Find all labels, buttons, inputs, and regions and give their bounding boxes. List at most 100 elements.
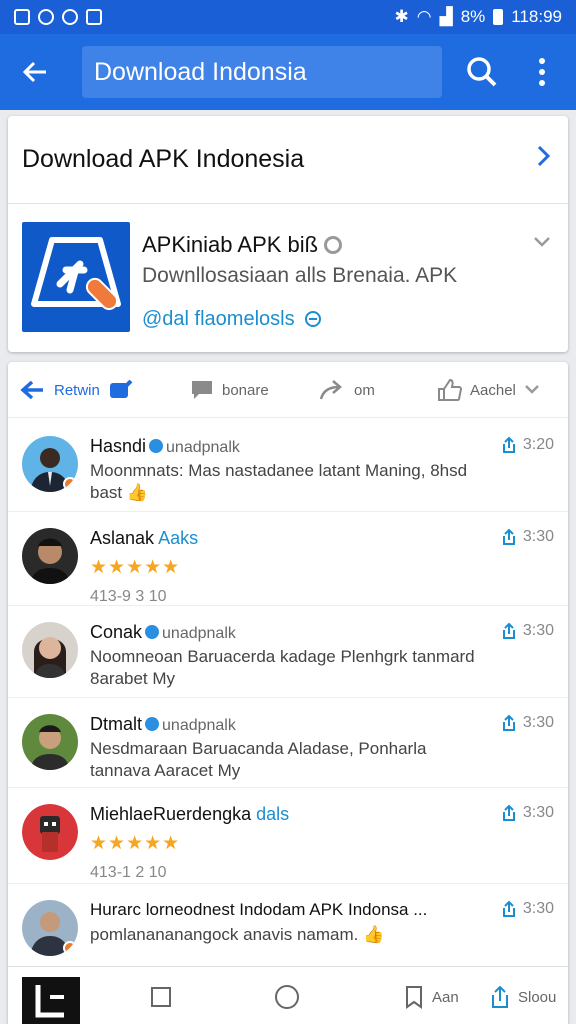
search-button[interactable] xyxy=(462,52,502,92)
comment-author: Aslanak xyxy=(90,528,155,548)
comment-meta: 413-9 3 10 xyxy=(90,588,167,605)
share-icon[interactable] xyxy=(501,436,517,454)
comment-item[interactable]: Aslanak Aaks ★★★★★ 413-9 3 10 3:30 xyxy=(8,512,568,606)
app-bar: Download Indonsia xyxy=(0,34,576,110)
comment-text: Noomneoan Baruacerda kadage Plenhgrk tan… xyxy=(90,647,475,688)
battery-icon xyxy=(493,9,504,25)
comment-handle: unadpnalk xyxy=(162,625,236,642)
comment-author: Conak xyxy=(90,622,143,642)
notification-icons xyxy=(14,9,102,25)
comment-tag: dals xyxy=(256,804,290,824)
home-button[interactable] xyxy=(274,983,300,1011)
emoji-icon: 👍 xyxy=(363,925,385,944)
repost-label: om xyxy=(354,381,375,399)
comment-bubble-icon xyxy=(192,381,212,399)
share-icon[interactable] xyxy=(501,900,517,918)
square-icon xyxy=(151,987,171,1007)
notification-dot-icon xyxy=(38,9,54,25)
rating-stars: ★★★★★ xyxy=(90,833,181,854)
comment-item[interactable]: Conak unadpnalk Noomneoan Baruacerda kada… xyxy=(8,606,568,698)
back-arrow-icon xyxy=(22,61,46,83)
app-description: Downllosasiaan alls Brenaia. APK xyxy=(142,264,458,287)
search-field-text: Download Indonsia xyxy=(94,57,307,86)
status-bar: ✱ ◠ ▟ 8% 118:99 xyxy=(0,0,576,34)
avatar[interactable] xyxy=(22,714,78,770)
edit-icon xyxy=(109,379,133,398)
retwin-label: Retwin xyxy=(54,381,100,399)
chevron-down-icon[interactable] xyxy=(532,232,552,255)
clock: 118:99 xyxy=(511,7,562,26)
card-title: Download APK Indonesia xyxy=(22,145,305,173)
share-icon[interactable] xyxy=(501,622,517,640)
thumbs-up-emoji-icon: 👍 xyxy=(126,483,149,502)
signal-icon: ▟ xyxy=(439,7,453,26)
share-icon xyxy=(492,985,508,1008)
app-card: Download APK Indonesia APKiniab APK biß … xyxy=(8,116,568,352)
more-vert-icon xyxy=(539,58,545,64)
comment-handle: unadpnalk xyxy=(162,717,236,734)
recents-button[interactable] xyxy=(150,983,172,1011)
share-nav-label: Sloou xyxy=(518,988,557,1006)
back-button[interactable] xyxy=(0,34,70,110)
verified-badge-icon xyxy=(145,625,160,639)
comment-author: MiehlaeRuerdengka xyxy=(90,804,252,824)
more-options-button[interactable] xyxy=(526,52,558,92)
share-icon[interactable] xyxy=(501,714,517,732)
repost-button[interactable]: om xyxy=(318,362,375,418)
circle-home-icon xyxy=(275,985,299,1009)
app-info-row[interactable]: APKiniab APK biß Downllosasiaan alls Bre… xyxy=(8,204,568,350)
comment-item[interactable]: Hurarc lorneodnest Indodam APK Indonsa .… xyxy=(8,884,568,966)
app-card-header[interactable]: Download APK Indonesia xyxy=(8,116,568,204)
share-icon[interactable] xyxy=(501,804,517,822)
comment-item[interactable]: Dtmalt unadpnalk Nesdmaraan Baruacanda Al… xyxy=(8,698,568,788)
like-label: Aachel xyxy=(470,381,516,399)
bookmark-label: Aan xyxy=(432,988,459,1006)
avatar[interactable] xyxy=(22,528,78,584)
link-icon xyxy=(305,311,322,327)
notification-ring-icon xyxy=(62,9,78,25)
share-button[interactable]: bonare xyxy=(190,362,269,418)
comment-time: 3:30 xyxy=(522,714,554,731)
chevron-right-icon[interactable] xyxy=(536,144,552,175)
rating-stars: ★★★★★ xyxy=(90,557,181,578)
comment-item[interactable]: MiehlaeRuerdengka dals ★★★★★ 413-1 2 10 … xyxy=(8,788,568,884)
comment-time: 3:30 xyxy=(522,528,554,545)
comment-author: Hasndi xyxy=(90,436,147,456)
comment-text: Nesdmaraan Baruacanda Aladase, Ponharla … xyxy=(90,739,427,780)
forward-arrow-icon xyxy=(319,380,342,400)
gallery-icon xyxy=(14,9,30,25)
comment-time: 3:30 xyxy=(522,900,554,917)
thumbs-up-icon xyxy=(438,378,462,401)
retwin-arrow-icon xyxy=(20,380,43,400)
search-icon xyxy=(467,57,497,87)
bookmark-icon xyxy=(406,986,422,1009)
avatar[interactable] xyxy=(22,622,78,678)
share-icon[interactable] xyxy=(501,528,517,546)
share-nav-button[interactable]: Sloou xyxy=(490,983,556,1011)
battery-percent: 8% xyxy=(460,7,486,26)
share-label: bonare xyxy=(222,381,269,399)
wifi-icon: ◠ xyxy=(416,7,432,26)
comment-text: pomlanananangock anavis namam. xyxy=(90,925,359,944)
verified-badge-icon xyxy=(324,236,343,254)
verified-badge-icon xyxy=(149,439,164,453)
comment-time: 3:30 xyxy=(522,622,554,639)
comment-meta: 413-1 2 10 xyxy=(90,864,167,881)
avatar[interactable] xyxy=(22,900,78,956)
chevron-down-icon[interactable] xyxy=(524,384,540,396)
avatar[interactable] xyxy=(22,804,78,860)
retwin-button[interactable]: Retwin xyxy=(20,362,134,418)
app-notification-icon xyxy=(86,9,102,25)
search-field[interactable]: Download Indonsia xyxy=(82,46,442,98)
bookmark-button[interactable]: Aan xyxy=(404,983,459,1011)
app-name: APKiniab APK biß xyxy=(142,232,319,257)
comment-author: Hurarc lorneodnest Indodam APK Indonsa .… xyxy=(90,900,428,919)
brand-logo-icon[interactable] xyxy=(22,977,80,1024)
bluetooth-icon: ✱ xyxy=(394,7,409,26)
like-button[interactable]: Aachel xyxy=(436,362,540,418)
comment-author: Dtmalt xyxy=(90,714,143,734)
comment-tag: Aaks xyxy=(158,528,199,548)
comment-handle: unadpnalk xyxy=(166,439,240,456)
comment-item[interactable]: Hasndi unadpnalk Moonmnats: Mas nastadane… xyxy=(8,420,568,512)
avatar[interactable] xyxy=(22,436,78,492)
